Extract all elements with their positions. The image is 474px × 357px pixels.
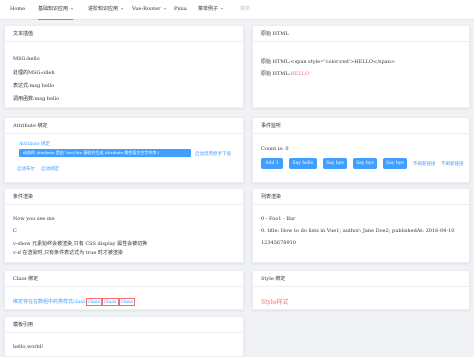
menu-vue-router[interactable]: Vue-Router	[132, 0, 166, 20]
card-title: 模板引用	[5, 317, 243, 333]
say-bye-button[interactable]: Say bye	[323, 158, 347, 169]
card-title: Attribute 绑定	[5, 118, 243, 134]
menu-basic-label: 基础知识应用	[38, 6, 69, 12]
card-title: 原始 HTML	[253, 26, 469, 42]
list-item: 0. title: How to do lists in Vue1; autho…	[261, 228, 455, 234]
say-bye-button[interactable]: Say bye	[353, 158, 377, 169]
attribute-tooltip-bar: 动态的 Attribute 是由 Vue/Vite 接收并生成 Attribut…	[19, 149, 191, 157]
styled-text: Style样式	[261, 299, 289, 306]
bind-link[interactable]: 启动绑定	[41, 166, 59, 172]
count-text: Count is: 0	[261, 146, 289, 152]
raw-html-prefix: 原始 HTML:	[261, 71, 291, 77]
card-title: 事件监听	[253, 118, 469, 134]
card-title: 列表渲染	[253, 189, 469, 205]
chevron-down-icon	[221, 7, 224, 10]
raw-html-red-text: HELLO	[290, 71, 310, 77]
events-card: 事件监听 Count is: 0 Add 1 Say hello Say bye…	[252, 117, 470, 183]
add-one-button[interactable]: Add 1	[261, 158, 283, 169]
template-ref-text: hello,world!	[13, 344, 44, 350]
function-call-line: 调用函数:msg hello	[13, 96, 60, 102]
raw-html-rendered: 原始 HTML:HELLO	[261, 70, 309, 77]
style-binding-card: Style 绑定 Style样式	[252, 270, 470, 310]
conditional-card: 条件渲染 Now you see me C v-show 元素始终会被渲染,只有…	[4, 188, 244, 263]
disable-toggle-link[interactable]: 启动禁用原手下值	[195, 151, 231, 157]
attribute-card: Attribute 绑定 Attribute 绑定 动态的 Attribute …	[4, 117, 244, 183]
class-box: class	[85, 298, 103, 306]
class-box: class	[118, 298, 136, 306]
class-binding-label: 绑定将在在数组中的类样式class	[13, 299, 86, 305]
raw-html-card: 原始 HTML 原始 HTML:<span style='color:red'>…	[252, 25, 470, 108]
menu-home[interactable]: Home	[10, 0, 25, 20]
menu-advanced[interactable]: 进阶知识应用	[88, 0, 124, 20]
card-title: 条件渲染	[5, 189, 243, 205]
chevron-down-icon	[71, 7, 74, 10]
v-show-description: v-show 元素始终会被渲染,只有 CSS display 属性会被切换	[13, 241, 148, 247]
card-title: Style 绑定	[253, 271, 469, 287]
template-ref-card: 模板引用 hello,world!	[4, 316, 244, 357]
boolean-link[interactable]: 启动布尔	[17, 166, 35, 172]
say-bye-button[interactable]: Say bye	[383, 158, 407, 169]
attribute-tooltip-label[interactable]: Attribute 绑定	[19, 141, 50, 147]
class-box: class	[102, 298, 119, 306]
card-title: 文本插值	[5, 26, 243, 42]
list-card: 列表渲染 0 - Foo1 - Bar 0. title: How to do …	[252, 188, 470, 263]
visible-text: Now you see me	[13, 216, 55, 222]
top-menu: Home 基础知识应用 进阶知识应用 Vue-Router Pinia 菜单例子…	[0, 0, 474, 20]
v-if-description: v-if 在渲染时,只有条件表达式为 true 时才被渲染	[13, 250, 123, 256]
no-refresh-link[interactable]: 不刷新链接	[413, 161, 436, 167]
raw-html-source: 原始 HTML:<span style='color:red'>HELLO</s…	[261, 59, 396, 65]
menu-pinia[interactable]: Pinia	[174, 0, 187, 20]
menu-example[interactable]: 菜单例子	[198, 0, 224, 20]
list-item: 12345678910	[261, 240, 296, 246]
chevron-down-icon	[121, 7, 124, 10]
no-refresh-link[interactable]: 不刷新链接	[441, 161, 464, 167]
class-binding-card: Class 绑定 绑定将在在数组中的类样式class class class clas…	[4, 270, 244, 310]
menu-advanced-label: 进阶知识应用	[88, 6, 119, 12]
expression-line: 表达式:msg hello	[13, 83, 55, 89]
menu-basic[interactable]: 基础知识应用	[38, 0, 74, 20]
menu-example-label: 菜单例子	[198, 6, 219, 12]
text-interp-card: 文本插值 MSG:hello 处理的MSG:olleh 表达式:msg hell…	[4, 25, 244, 108]
msg-line: MSG:hello	[13, 56, 40, 62]
menu-disabled: 菜单	[240, 6, 251, 12]
card-title: Class 绑定	[5, 271, 243, 287]
class-binding-text: 绑定将在在数组中的类样式class class class class	[13, 298, 136, 306]
reversed-msg-line: 处理的MSG:olleh	[13, 70, 55, 76]
conditional-letter: C	[13, 228, 17, 234]
say-hello-button[interactable]: Say hello	[289, 158, 317, 169]
chevron-down-icon	[163, 7, 166, 10]
menu-router-label: Vue-Router	[132, 6, 161, 12]
list-item: 0 - Foo1 - Bar	[261, 216, 296, 222]
